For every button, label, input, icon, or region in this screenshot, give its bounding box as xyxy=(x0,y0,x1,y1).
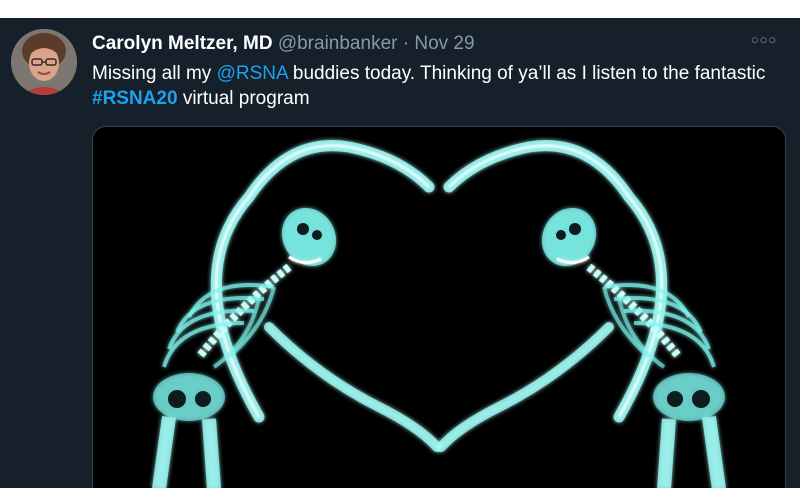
tweet-text-part3: virtual program xyxy=(177,88,310,109)
tweet-text: Missing all my @RSNA buddies today. Thin… xyxy=(92,61,782,111)
mention-link[interactable]: @RSNA xyxy=(217,63,288,84)
hashtag-link[interactable]: #RSNA20 xyxy=(92,88,178,109)
tweet-card[interactable]: Carolyn Meltzer, MD @brainbanker · Nov 2… xyxy=(0,18,800,488)
author-name[interactable]: Carolyn Meltzer, MD xyxy=(92,33,273,54)
header-separator: · xyxy=(402,33,410,54)
tweet-text-part1: Missing all my xyxy=(92,63,217,84)
author-avatar[interactable] xyxy=(11,29,77,95)
author-handle[interactable]: @brainbanker xyxy=(278,33,398,54)
tweet-media-image[interactable] xyxy=(92,126,786,488)
more-options-icon[interactable]: ○○○ xyxy=(750,32,778,52)
tweet-text-part2: buddies today. Thinking of ya’ll as I li… xyxy=(287,63,766,84)
tweet-header: Carolyn Meltzer, MD @brainbanker · Nov 2… xyxy=(92,32,475,56)
tweet-date[interactable]: Nov 29 xyxy=(414,33,474,54)
